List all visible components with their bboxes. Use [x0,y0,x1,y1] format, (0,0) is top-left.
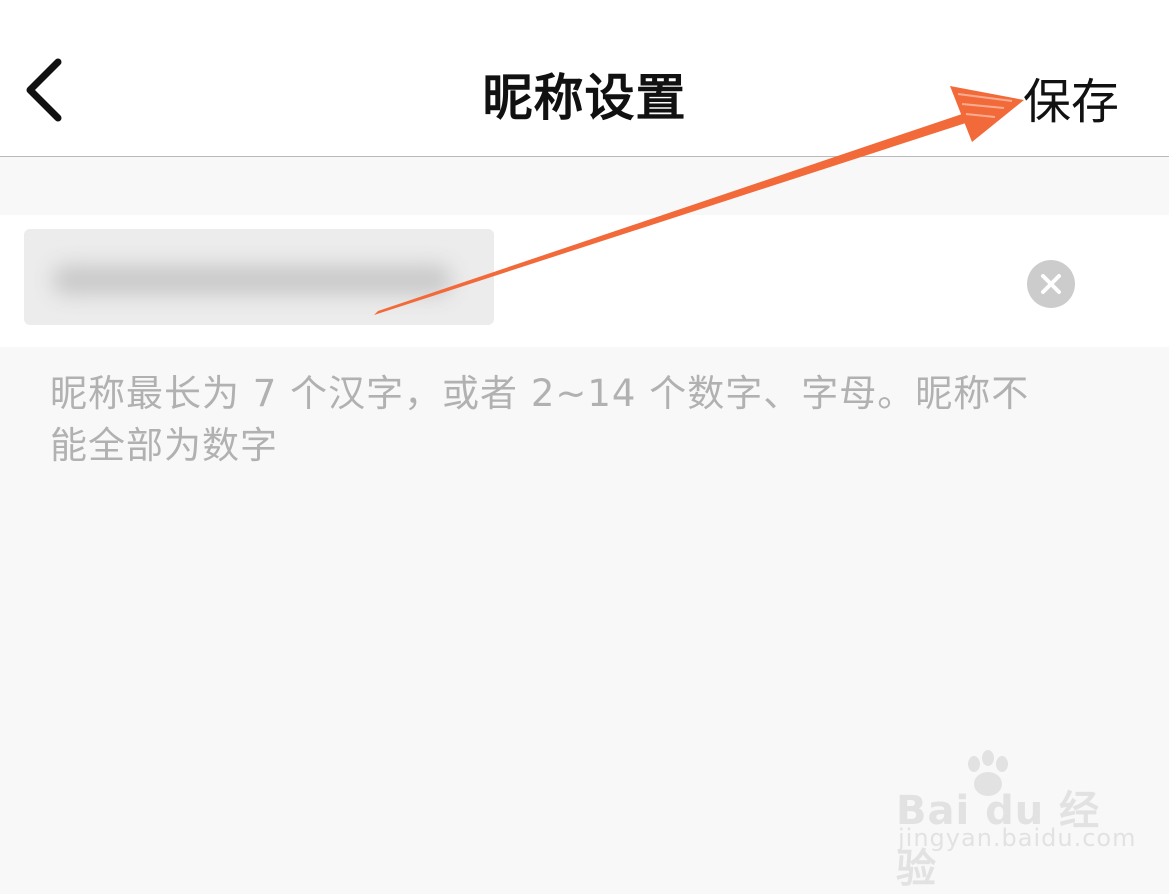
page-title: 昵称设置 [482,69,687,127]
nickname-row [0,215,1169,347]
nav-bar: 昵称设置 保存 [0,0,1169,157]
clear-icon [1041,274,1061,294]
section-gap [0,157,1169,215]
save-button[interactable]: 保存 [1023,62,1119,132]
watermark-site: jingyan.baidu.com [898,824,1137,852]
nickname-input[interactable] [24,229,494,325]
nickname-hint: 昵称最长为 7 个汉字，或者 2~14 个数字、字母。昵称不 能全部为数字 [50,368,1110,472]
hint-line-2: 能全部为数字 [50,424,278,467]
hint-line-1: 昵称最长为 7 个汉字，或者 2~14 个数字、字母。昵称不 [50,372,1030,415]
clear-button[interactable] [1027,260,1075,308]
baidu-jingyan-watermark: Bai du 经验 jingyan.baidu.com [896,750,1135,892]
